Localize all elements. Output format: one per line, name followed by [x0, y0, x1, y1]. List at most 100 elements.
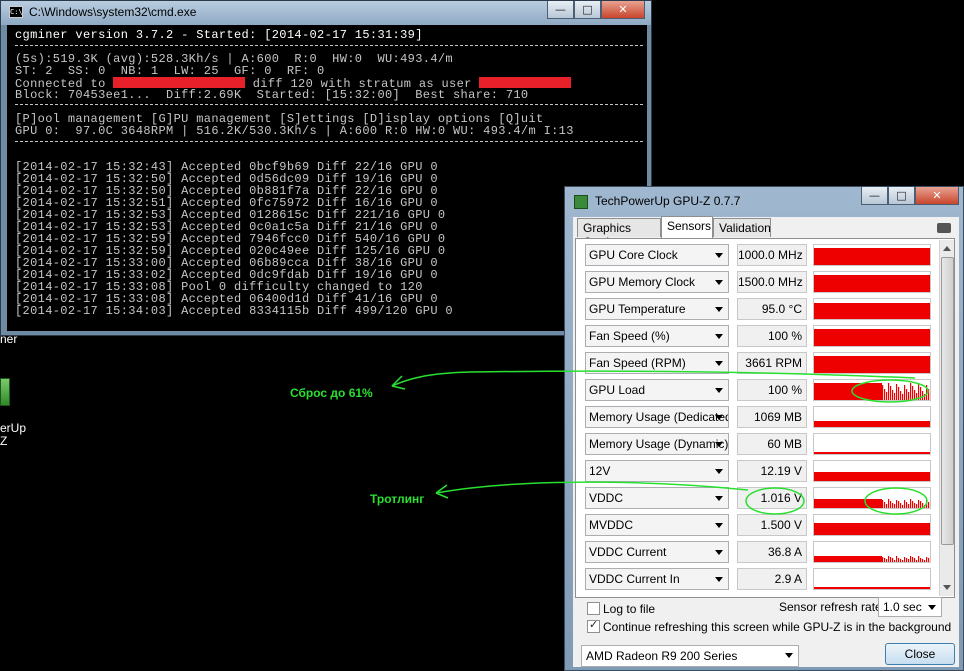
- sensor-graph: [813, 379, 931, 401]
- sensor-graph-spike: [912, 557, 914, 562]
- sensor-name-select[interactable]: VDDC: [585, 487, 729, 509]
- sensor-graph-fill: [814, 556, 882, 562]
- sensor-graph-spike: [904, 385, 906, 400]
- sensor-graph-spike: [890, 557, 892, 562]
- sensor-name: GPU Memory Clock: [589, 275, 696, 289]
- sensor-graph-spike: [922, 559, 924, 562]
- sensor-name-select[interactable]: VDDC Current: [585, 541, 729, 563]
- sensor-graph-spike: [898, 558, 900, 562]
- block-line: Block: 70453ee1... Diff:2.69K Started: […: [15, 88, 529, 102]
- sensor-graph: [813, 244, 931, 266]
- annotation-reset-label: Сброс до 61%: [290, 386, 373, 400]
- sensor-graph-spike: [918, 500, 920, 508]
- sensor-graph-spike: [922, 503, 924, 508]
- tab-validation[interactable]: Validation: [713, 218, 771, 237]
- sensor-graph-spike: [896, 500, 898, 508]
- maximize-button[interactable]: □: [574, 1, 601, 19]
- sensor-name: MVDDC: [589, 518, 633, 532]
- scroll-down-icon[interactable]: [943, 585, 951, 590]
- minimize-button[interactable]: —: [861, 187, 888, 205]
- sensor-value: 3661 RPM: [737, 352, 807, 374]
- annotation-arrowhead: [435, 484, 449, 499]
- sensor-graph-spike: [916, 393, 918, 400]
- sensor-graph-spike: [928, 558, 930, 562]
- sensor-graph-spike: [920, 387, 922, 400]
- gpuz-window[interactable]: TechPowerUp GPU-Z 0.7.7 — □ ✕ Graphics C…: [564, 186, 964, 671]
- sensor-graph-spike: [926, 500, 928, 508]
- sensor-name-select[interactable]: MVDDC: [585, 514, 729, 536]
- sensor-name: VDDC Current: [589, 545, 667, 559]
- sensor-graph-spike: [892, 390, 894, 400]
- maximize-button[interactable]: □: [888, 187, 915, 205]
- sensor-graph-fill: [814, 329, 930, 346]
- sensor-graph-spike: [928, 389, 930, 400]
- scroll-up-icon[interactable]: [943, 246, 951, 251]
- cmd-titlebar[interactable]: C:\ C:\Windows\system32\cmd.exe — □ ✕: [1, 1, 651, 25]
- log-to-file-label: Log to file: [603, 602, 656, 616]
- sensor-name-select[interactable]: Fan Speed (%): [585, 325, 729, 347]
- gpuz-close-button[interactable]: Close: [885, 643, 955, 665]
- sensor-graph-spike: [926, 385, 928, 400]
- sensor-value: 60 MB: [737, 433, 807, 455]
- sensor-value: 2.9 A: [737, 568, 807, 590]
- chevron-down-icon: [715, 253, 723, 258]
- sensor-graph-spike: [900, 391, 902, 400]
- gpuz-window-title: TechPowerUp GPU-Z 0.7.7: [595, 194, 741, 208]
- graphics-card-select[interactable]: AMD Radeon R9 200 Series: [581, 645, 799, 667]
- sensor-graph-spike: [914, 390, 916, 400]
- chevron-down-icon: [715, 577, 723, 582]
- sensor-value: 12.19 V: [737, 460, 807, 482]
- sensor-graph-spike: [902, 505, 904, 508]
- sensor-graph: [813, 406, 931, 428]
- sensor-row: GPU Load 100 %: [585, 379, 931, 401]
- cmd-window[interactable]: C:\ C:\Windows\system32\cmd.exe — □ ✕ cg…: [0, 0, 652, 336]
- close-button[interactable]: ✕: [915, 187, 959, 205]
- sensor-name-select[interactable]: Fan Speed (RPM): [585, 352, 729, 374]
- scrollbar[interactable]: [939, 240, 954, 596]
- tab-graphics-card[interactable]: Graphics Card: [577, 218, 661, 249]
- sensor-graph-spike: [906, 558, 908, 562]
- gpu-status-line: GPU 0: 97.0C 3648RPM | 516.2K/530.3Kh/s …: [15, 124, 574, 138]
- sensor-graph-spike: [914, 558, 916, 562]
- tab-sensors[interactable]: Sensors: [661, 216, 713, 238]
- sensor-graph-spike: [926, 557, 928, 562]
- sensor-name-select[interactable]: GPU Core Clock: [585, 244, 729, 266]
- chevron-down-icon: [715, 442, 723, 447]
- sensor-name-select[interactable]: VDDC Current In: [585, 568, 729, 590]
- sensor-row: VDDC Current In 2.9 A: [585, 568, 931, 590]
- sensor-graph-spike: [898, 387, 900, 400]
- sensor-graph-spike: [906, 389, 908, 400]
- sensor-name-select[interactable]: Memory Usage (Dedicated): [585, 406, 729, 428]
- sensor-graph-spike: [894, 504, 896, 508]
- gpuz-desktop-icon[interactable]: [0, 378, 10, 406]
- sensor-name-select[interactable]: GPU Load: [585, 379, 729, 401]
- log-to-file-checkbox[interactable]: [587, 602, 600, 615]
- sensor-graph-spike: [884, 502, 886, 508]
- scrollbar-thumb[interactable]: [941, 257, 954, 545]
- refresh-rate-select[interactable]: 1.0 sec: [878, 597, 942, 617]
- sensor-value: 100 %: [737, 379, 807, 401]
- sensor-name-select[interactable]: Memory Usage (Dynamic): [585, 433, 729, 455]
- sensor-graph-spike: [908, 392, 910, 400]
- cmd-icon: C:\: [9, 6, 23, 18]
- minimize-button[interactable]: —: [547, 1, 574, 19]
- cmd-console[interactable]: cgminer version 3.7.2 - Started: [2014-0…: [7, 25, 647, 331]
- sensor-graph-spike: [882, 500, 884, 508]
- sensor-name-select[interactable]: 12V: [585, 460, 729, 482]
- camera-icon[interactable]: [937, 223, 951, 233]
- sensor-row: MVDDC 1.500 V: [585, 514, 931, 536]
- continue-refresh-checkbox[interactable]: [587, 618, 600, 633]
- close-button[interactable]: ✕: [601, 1, 645, 19]
- refresh-rate-value: 1.0 sec: [883, 600, 922, 614]
- sensor-name-select[interactable]: GPU Memory Clock: [585, 271, 729, 293]
- sensor-name: Fan Speed (RPM): [589, 356, 686, 370]
- sensor-row: VDDC 1.016 V: [585, 487, 931, 509]
- sensor-name-select[interactable]: GPU Temperature: [585, 298, 729, 320]
- sensor-graph-spike: [882, 557, 884, 562]
- sensor-graph: [813, 460, 931, 482]
- sensor-graph-spike: [892, 503, 894, 508]
- annotation-arrowhead: [391, 375, 406, 390]
- sensor-value: 1.500 V: [737, 514, 807, 536]
- sensor-value: 95.0 °C: [737, 298, 807, 320]
- sensor-graph-spike: [912, 386, 914, 400]
